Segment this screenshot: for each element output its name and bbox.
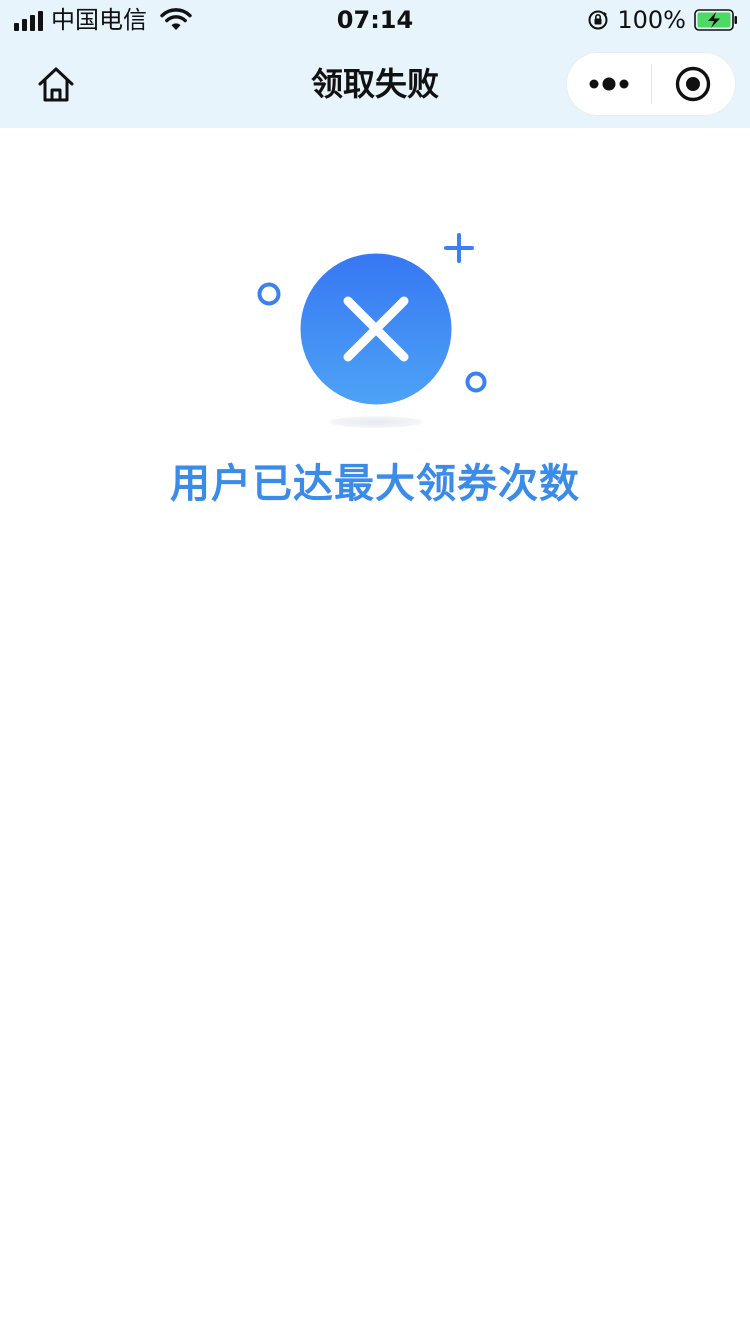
target-close-icon xyxy=(676,66,711,102)
ring-decoration-right-icon xyxy=(465,371,487,393)
error-message: 用户已达最大领券次数 xyxy=(170,461,580,507)
more-dots-icon xyxy=(589,77,629,91)
page: 中国电信 07:14 100% 领取失败 用户已达最大领券次数 xyxy=(0,0,750,1334)
orientation-lock-icon xyxy=(588,10,608,30)
plus-decoration-icon xyxy=(444,233,474,263)
error-illustration xyxy=(257,233,487,428)
error-shadow xyxy=(330,416,422,428)
more-button[interactable] xyxy=(567,53,651,115)
battery-charging-icon xyxy=(694,9,737,31)
battery-percent: 100% xyxy=(617,6,686,34)
close-button[interactable] xyxy=(652,53,736,115)
status-right: 100% xyxy=(587,6,738,34)
mini-program-capsule xyxy=(566,52,736,116)
ring-decoration-left-icon xyxy=(257,282,281,306)
status-bar: 中国电信 07:14 100% xyxy=(0,0,750,40)
navigation-bar: 领取失败 xyxy=(0,40,750,128)
